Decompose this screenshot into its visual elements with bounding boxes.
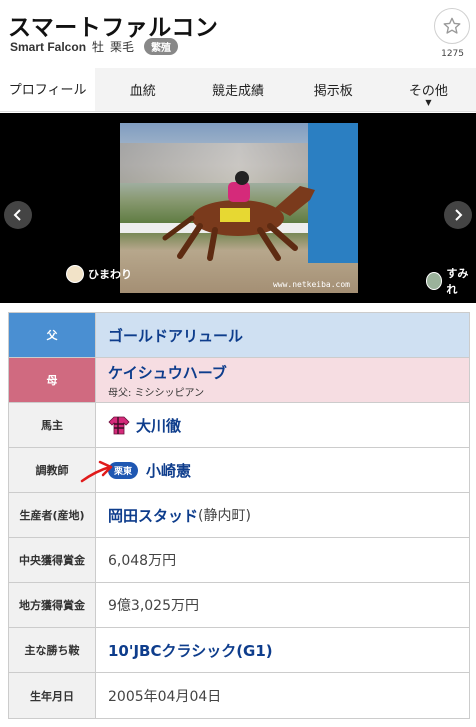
chevron-left-icon: [13, 209, 21, 221]
jockey-silks-icon: [108, 416, 130, 435]
owner-label: 馬主: [9, 403, 96, 447]
photo-credit-left-name: ひまわり: [88, 268, 132, 281]
photo-carousel: www.netkeiba.com ひまわり すみれ: [0, 113, 476, 303]
table-row: 中央獲得賞金 6,048万円: [9, 538, 469, 583]
profile-table: 父 ゴールドアリュール 母 ケイシュウハーブ 母父: ミシシッピアン 馬主 大川…: [8, 312, 470, 719]
tab-race-results-label: 競走成績: [212, 84, 265, 99]
horse-name-english: Smart Falcon: [10, 39, 87, 54]
horse-photo[interactable]: www.netkeiba.com: [120, 123, 358, 293]
birthdate-value: 2005年04月04日: [108, 688, 222, 705]
next-photo-button[interactable]: [444, 201, 472, 229]
table-row: 馬主 大川徹: [9, 403, 469, 448]
tab-other-label: その他: [408, 84, 448, 99]
tab-pedigree-label: 血統: [129, 84, 156, 99]
owner-link[interactable]: 大川徹: [136, 415, 181, 436]
avatar: [66, 265, 84, 283]
table-row: 調教師 栗東 小崎憲: [9, 448, 469, 493]
table-row: 主な勝ち鞍 10'JBCクラシック(G1): [9, 628, 469, 673]
major-win-link[interactable]: 10'JBCクラシック(G1): [108, 640, 273, 661]
photo-credit-right-name: すみれ: [446, 267, 469, 296]
sire-label: 父: [9, 313, 96, 357]
tab-other[interactable]: その他 ▼: [381, 68, 476, 111]
dam-link[interactable]: ケイシュウハーブ: [108, 362, 227, 383]
dam-label: 母: [9, 358, 96, 402]
major-win-label: 主な勝ち鞍: [9, 628, 96, 672]
tab-pedigree[interactable]: 血統: [95, 68, 190, 111]
annotation-arrow-icon: [80, 460, 113, 483]
table-row: 生産者(産地) 岡田スタッド (静内町): [9, 493, 469, 538]
table-row: 母 ケイシュウハーブ 母父: ミシシッピアン: [9, 358, 469, 403]
horse-header: スマートファルコン Smart Falcon 牡 栗毛 繁殖 1275: [0, 0, 476, 68]
photo-watermark: www.netkeiba.com: [272, 280, 350, 289]
tab-bbs[interactable]: 掲示板: [286, 68, 381, 111]
favorite-button[interactable]: [434, 8, 470, 44]
caret-down-icon: ▼: [425, 98, 432, 107]
table-row: 地方獲得賞金 9億3,025万円: [9, 583, 469, 628]
horse-subline: Smart Falcon 牡 栗毛 繁殖: [10, 38, 179, 55]
horse-sex: 牡: [92, 40, 105, 54]
favorite-count: 1275: [441, 49, 464, 59]
photo-credit-right[interactable]: すみれ: [426, 265, 476, 297]
chevron-right-icon: [455, 209, 463, 221]
sire-link[interactable]: ゴールドアリュール: [108, 325, 243, 346]
tab-profile[interactable]: プロフィール: [0, 68, 96, 111]
prev-photo-button[interactable]: [4, 201, 32, 229]
tab-bar: プロフィール 血統 競走成績 掲示板 その他 ▼: [0, 68, 476, 112]
dam-sire-text: 母父: ミシシッピアン: [108, 387, 205, 399]
horse-coat: 栗毛: [110, 40, 135, 54]
breeder-link[interactable]: 岡田スタッド: [108, 505, 198, 526]
photo-credit-left[interactable]: ひまわり: [66, 265, 132, 283]
breeder-region: (静内町): [198, 508, 251, 524]
birthdate-label: 生年月日: [9, 673, 96, 718]
horse-name-title: スマートファルコン: [8, 15, 219, 41]
tab-profile-label: プロフィール: [8, 82, 87, 98]
tab-bbs-label: 掲示板: [313, 84, 353, 99]
local-earnings-label: 地方獲得賞金: [9, 583, 96, 627]
racehorse-illustration: [162, 171, 315, 261]
avatar: [426, 272, 443, 290]
tab-race-results[interactable]: 競走成績: [190, 68, 285, 111]
status-badge: 繁殖: [144, 38, 179, 55]
star-icon: [443, 17, 461, 34]
table-row: 父 ゴールドアリュール: [9, 313, 469, 358]
table-row: 生年月日 2005年04月04日: [9, 673, 469, 718]
central-earnings-label: 中央獲得賞金: [9, 538, 96, 582]
central-earnings-value: 6,048万円: [108, 553, 177, 569]
breeder-label: 生産者(産地): [9, 493, 96, 537]
local-earnings-value: 9億3,025万円: [108, 598, 199, 614]
trainer-link[interactable]: 小崎憲: [146, 460, 191, 481]
